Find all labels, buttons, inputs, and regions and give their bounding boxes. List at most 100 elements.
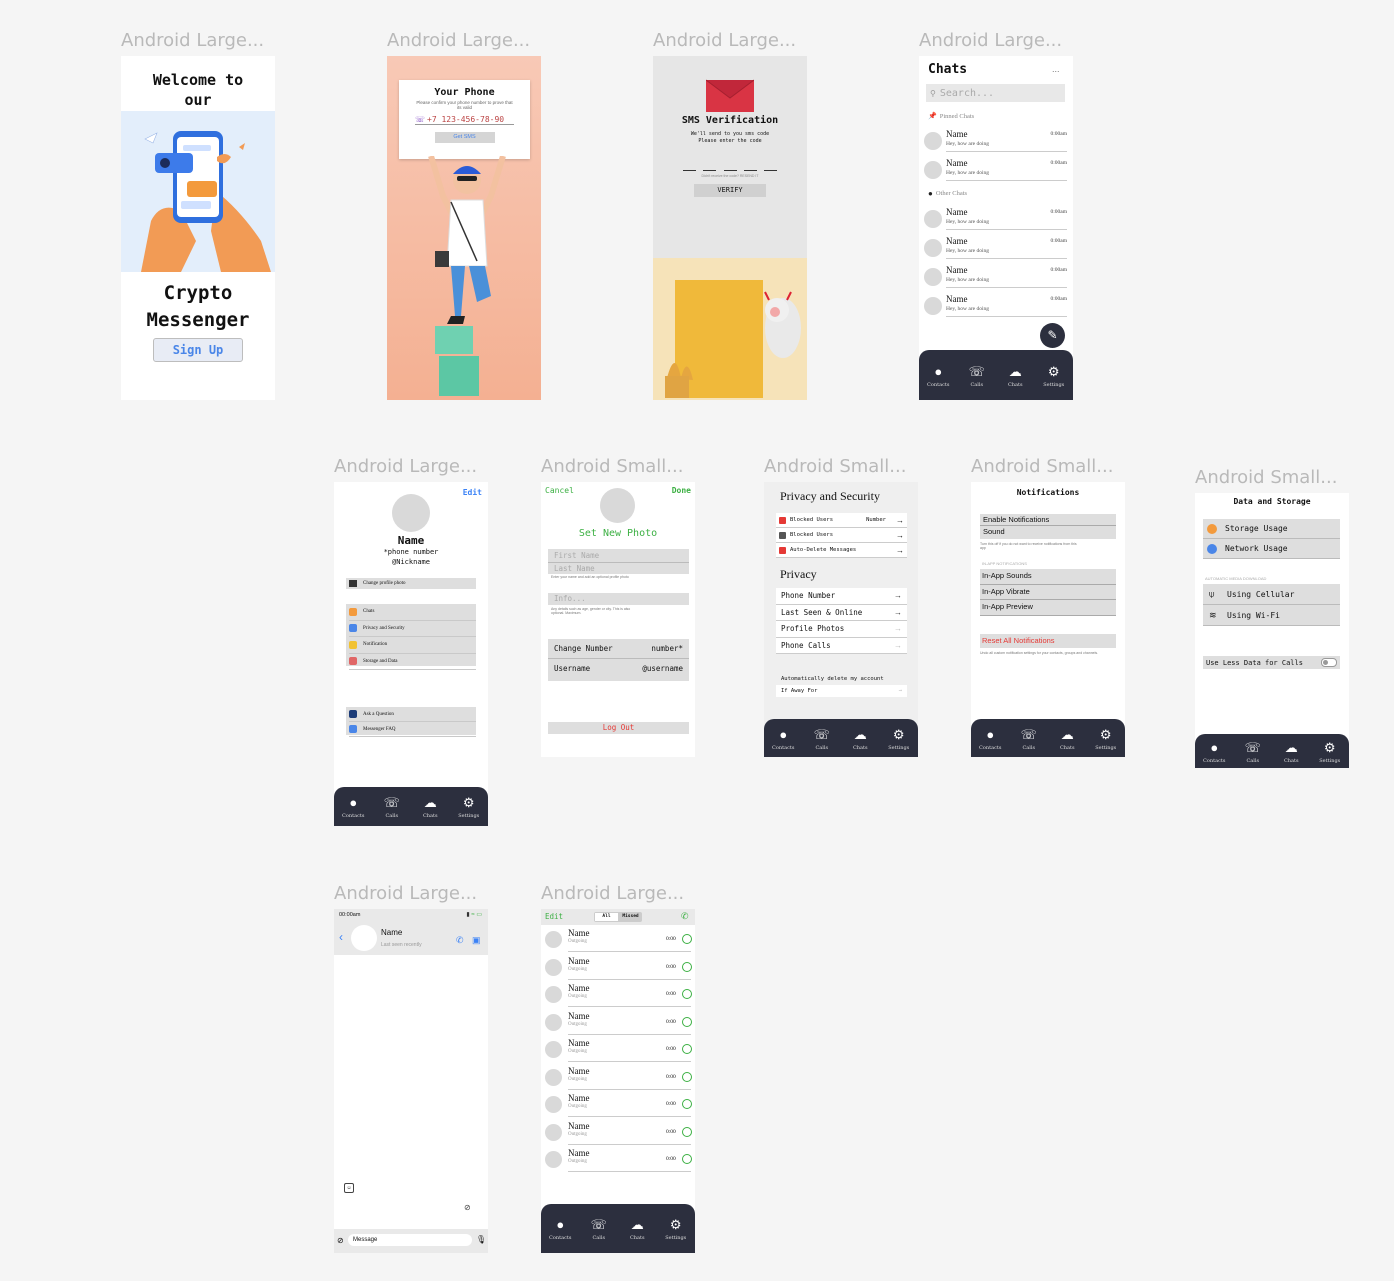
info-input[interactable]: Info... [548,593,689,605]
avatar[interactable] [600,488,635,523]
chat-row[interactable]: Name Hey, how are doing 0:00am [919,265,1073,291]
info-icon[interactable] [682,1071,692,1082]
scroll-down-icon[interactable]: ⊘ [464,1203,471,1212]
code-digit[interactable] [703,166,717,171]
privacy-item[interactable]: Profile Photos → [776,621,907,638]
call-row[interactable]: Name Outgoing 0:00 [541,1037,695,1064]
search-input[interactable]: ⚲ Search... [926,84,1065,102]
info-icon[interactable] [682,1154,692,1164]
code-digit[interactable] [723,166,737,171]
settings-item[interactable]: Ask a Question [349,707,476,722]
edit-button[interactable]: Edit [545,912,563,921]
phone-field[interactable]: ☏ +7 123-456-78-90 [415,115,514,125]
verify-button[interactable]: VERIFY [694,184,766,197]
settings-item[interactable]: Notification [349,637,476,654]
set-photo-button[interactable]: Set New Photo [541,528,695,539]
settings-item[interactable]: Storage and Data [349,654,476,670]
call-row[interactable]: Name Outgoing 0:00 [541,1092,695,1119]
toggle-switch[interactable] [1321,658,1337,667]
info-icon[interactable] [682,989,692,999]
info-icon[interactable] [682,934,692,944]
enable-notifications-row[interactable]: Enable Notifications [980,514,1116,526]
auto-download-item[interactable]: ⍦ Using Cellular [1203,584,1340,605]
privacy-item[interactable]: Phone Calls → [776,638,907,654]
call-row[interactable]: Name Outgoing 0:00 [541,955,695,982]
chat-row[interactable]: Name Hey, how are doing 0:00am [919,236,1073,262]
settings-item[interactable]: Privacy and Security [349,621,476,637]
nav-contacts[interactable]: ● Contacts [542,1218,578,1242]
chat-row[interactable]: Name Hey, how are doing 0:00am [919,207,1073,233]
security-item[interactable]: Blocked Users → [776,528,907,543]
compose-button[interactable]: ✎ [1040,323,1065,348]
nav-settings[interactable]: ⚙ Settings [658,1218,694,1242]
nav-calls[interactable]: ☏ Calls [1011,727,1047,751]
nav-calls[interactable]: ☏ Calls [374,796,410,820]
get-sms-button[interactable]: Get SMS [434,132,495,143]
nav-chats[interactable]: ☁ Chats [997,364,1033,388]
tab-all[interactable]: All [595,913,618,921]
nav-contacts[interactable]: ● Contacts [972,727,1008,751]
logout-button[interactable]: Log Out [548,722,689,734]
reset-button[interactable]: Reset All Notifications [980,634,1116,648]
settings-item[interactable]: Chats [349,604,476,621]
nav-chats[interactable]: ☁ Chats [1049,727,1085,751]
nav-contacts[interactable]: ● Contacts [335,796,371,820]
info-icon[interactable] [682,1099,692,1109]
tab-missed[interactable]: Missed [619,912,642,922]
nav-calls[interactable]: ☏ Calls [581,1218,617,1242]
first-name-input[interactable]: First Name [548,549,689,563]
more-icon[interactable]: ... [1052,64,1060,74]
message-input[interactable]: Message [348,1234,472,1246]
security-item[interactable]: Auto-Delete Messages → [776,543,907,558]
video-call-icon[interactable]: ▣ [472,935,481,946]
resend-link[interactable]: Didn't receive the code? RESEND IT [653,174,807,178]
change-number-row[interactable]: Change Number number* [548,639,689,659]
avatar[interactable] [351,925,377,951]
phone-icon[interactable]: ✆ [456,935,464,946]
call-row[interactable]: Name Outgoing 0:00 [541,1120,695,1147]
avatar[interactable] [392,494,430,532]
in-app-item[interactable]: In-App Sounds [980,569,1116,585]
chat-row[interactable]: Name Hey, how are doing 0:00am [919,158,1073,184]
last-name-input[interactable]: Last Name [548,563,689,574]
info-icon[interactable] [682,961,692,972]
nav-chats[interactable]: ☁ Chats [1273,740,1309,764]
code-digit[interactable] [764,166,777,171]
auto-download-item[interactable]: ≋ Using Wi-Fi [1203,605,1340,626]
nav-settings[interactable]: ⚙ Settings [881,727,917,751]
usage-item[interactable]: Network Usage [1203,539,1340,559]
edit-button[interactable]: Edit [463,488,482,497]
nav-settings[interactable]: ⚙ Settings [1312,740,1348,764]
usage-item[interactable]: Storage Usage [1203,519,1340,539]
microphone-icon[interactable]: 🎙 [476,1235,486,1244]
done-button[interactable]: Done [672,486,691,495]
signup-button[interactable]: Sign Up [153,338,243,362]
info-icon[interactable] [682,1016,692,1027]
sticker-icon[interactable]: ☺ [344,1183,354,1193]
sound-row[interactable]: Sound [980,526,1116,537]
nav-chats[interactable]: ☁ Chats [619,1218,655,1242]
attach-icon[interactable]: ⊘ [337,1236,344,1245]
settings-item[interactable]: Messenger FAQ [349,722,476,737]
nav-calls[interactable]: ☏ Calls [804,727,840,751]
nav-settings[interactable]: ⚙ Settings [1088,727,1124,751]
nav-settings[interactable]: ⚙ Settings [451,796,487,820]
info-icon[interactable] [682,1044,692,1054]
nav-contacts[interactable]: ● Contacts [765,727,801,751]
info-icon[interactable] [682,1126,692,1137]
nav-settings[interactable]: ⚙ Settings [1036,364,1072,388]
add-call-icon[interactable]: ✆ [681,911,689,922]
less-data-row[interactable]: Use Less Data for Calls [1203,656,1340,669]
call-row[interactable]: Name Outgoing 0:00 [541,982,695,1009]
call-row[interactable]: Name Outgoing 0:00 [541,1065,695,1092]
nav-contacts[interactable]: ● Contacts [920,364,956,388]
code-digit[interactable] [743,166,757,171]
nav-chats[interactable]: ☁ Chats [412,796,448,820]
username-row[interactable]: Username @username [548,659,689,678]
privacy-item[interactable]: Phone Number → [776,588,907,605]
nav-calls[interactable]: ☏ Calls [1235,740,1271,764]
away-for-row[interactable]: If Away For → [776,685,907,697]
security-item[interactable]: Blocked Users Number → [776,513,907,528]
code-input[interactable] [683,166,777,171]
chat-row[interactable]: Name Hey, how are doing 0:00am [919,294,1073,320]
